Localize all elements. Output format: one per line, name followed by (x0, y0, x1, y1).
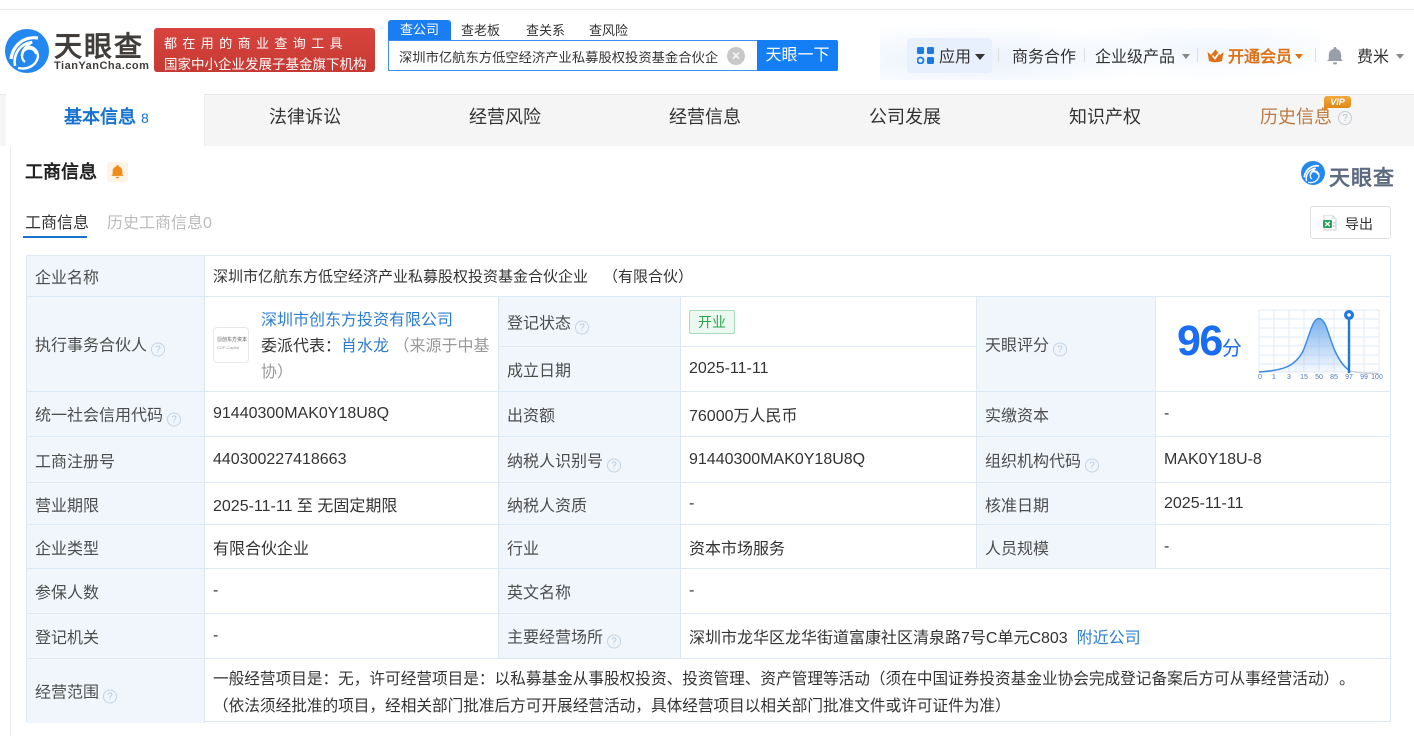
svg-text:1: 1 (1272, 374, 1276, 379)
svg-text:3: 3 (1287, 374, 1291, 379)
svg-text:15: 15 (1300, 374, 1308, 379)
svg-text:99: 99 (1360, 374, 1368, 379)
svg-text:85: 85 (1330, 374, 1338, 379)
svg-text:97: 97 (1345, 374, 1353, 379)
svg-text:100: 100 (1371, 374, 1383, 379)
svg-text:50: 50 (1315, 374, 1323, 379)
svg-text:0: 0 (1258, 374, 1262, 379)
